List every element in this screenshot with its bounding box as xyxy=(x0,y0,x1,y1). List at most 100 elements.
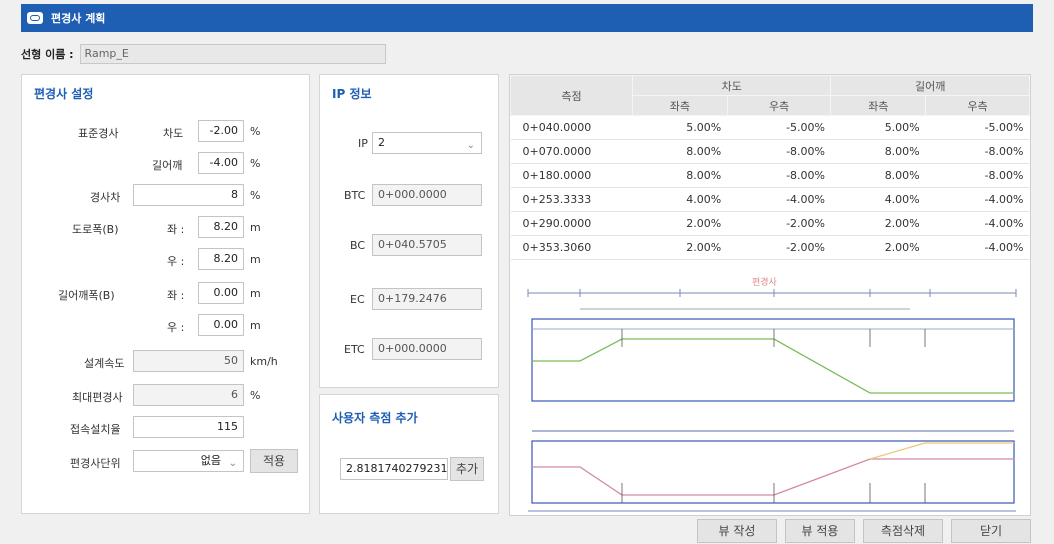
slope-diff-label: 경사차 xyxy=(90,191,121,204)
delete-station-button[interactable]: 측점삭제 xyxy=(863,519,943,543)
table-row[interactable]: 0+290.0000 2.00% -2.00% 2.00% -4.00% xyxy=(510,211,1030,236)
lane-left-cell: 8.00% xyxy=(632,139,728,164)
shoulder-slope-input[interactable]: -4.00 xyxy=(198,152,244,174)
shoulder-left-cell: 8.00% xyxy=(830,139,926,164)
max-super-unit: % xyxy=(250,389,261,402)
title-bar: 편경사 계획 xyxy=(21,4,1033,32)
station-cell: 0+070.0000 xyxy=(510,139,633,164)
right-slope-profile xyxy=(532,458,1014,496)
close-button[interactable]: 닫기 xyxy=(951,519,1031,543)
table-row[interactable]: 0+180.0000 8.00% -8.00% 8.00% -8.00% xyxy=(510,163,1030,188)
lane-left-cell: 2.00% xyxy=(632,235,728,260)
design-speed-label: 설계속도 xyxy=(84,357,125,370)
user-station-input[interactable]: 2.8181740279231 xyxy=(340,458,448,480)
unit-dropdown[interactable]: 없음 ⌄ xyxy=(133,450,244,472)
route-name-row: 선형 이름 : Ramp_E xyxy=(21,44,386,64)
station-cell: 0+353.3060 xyxy=(510,235,633,260)
road-width-label: 도로폭(B) xyxy=(72,223,119,236)
table-row[interactable]: 0+040.0000 5.00% -5.00% 5.00% -5.00% xyxy=(510,115,1030,140)
shoulder-right-cell: -8.00% xyxy=(925,163,1030,188)
shoulder-width-right-label: 우 : xyxy=(167,321,185,334)
shoulder-width-right-input[interactable]: 0.00 xyxy=(198,314,244,336)
shoulder-right-header: 우측 xyxy=(925,95,1030,116)
lane-slope-input[interactable]: -2.00 xyxy=(198,120,244,142)
shoulder-slope-unit: % xyxy=(250,157,261,170)
shoulder-right-cell: -8.00% xyxy=(925,139,1030,164)
shoulder-left-cell: 8.00% xyxy=(830,163,926,188)
lane-right-header: 우측 xyxy=(726,95,832,116)
lane-right-cell: -2.00% xyxy=(727,235,831,260)
table-row[interactable]: 0+253.3333 4.00% -4.00% 4.00% -4.00% xyxy=(510,187,1030,212)
chevron-down-icon: ⌄ xyxy=(228,458,237,469)
lower-plot-frame xyxy=(531,440,1015,504)
transition-label: 접속설치율 xyxy=(70,423,121,436)
shoulder-left-cell: 2.00% xyxy=(830,211,926,236)
add-station-button[interactable]: 추가 xyxy=(450,457,484,481)
road-width-left-unit: m xyxy=(250,221,261,234)
lane-left-cell: 2.00% xyxy=(632,211,728,236)
superelevation-diagram: 편경사 xyxy=(527,276,1017,512)
ip-dropdown[interactable]: 2 ⌄ xyxy=(372,132,482,154)
lane-header: 차도 xyxy=(631,75,832,96)
shoulder-left-cell: 4.00% xyxy=(830,187,926,212)
table-row[interactable]: 0+070.0000 8.00% -8.00% 8.00% -8.00% xyxy=(510,139,1030,164)
settings-title: 편경사 설정 xyxy=(34,87,94,101)
apply-view-button[interactable]: 뷰 적용 xyxy=(785,519,855,543)
main-window: 선형 이름 : Ramp_E 편경사 설정 표준경사 차도 -2.00 % 길어… xyxy=(21,32,1033,544)
unit-dropdown-value: 없음 xyxy=(200,454,221,467)
bc-field: 0+040.5705 xyxy=(372,234,482,256)
shoulder-width-left-unit: m xyxy=(250,287,261,300)
upper-plot-frame xyxy=(531,318,1015,402)
window-title: 편경사 계획 xyxy=(51,12,106,25)
ip-info-title: IP 정보 xyxy=(332,87,372,101)
shoulder-left-header: 좌측 xyxy=(830,95,927,116)
shoulder-width-label: 길어깨폭(B) xyxy=(58,289,115,302)
create-view-button[interactable]: 뷰 작성 xyxy=(697,519,777,543)
app-logo-icon xyxy=(27,12,43,24)
lane-right-cell: -2.00% xyxy=(727,211,831,236)
shoulder-width-left-input[interactable]: 0.00 xyxy=(198,282,244,304)
shoulder-right-cell: -5.00% xyxy=(925,115,1030,140)
shoulder-header: 길어깨 xyxy=(830,75,1030,96)
etc-label: ETC xyxy=(344,343,365,356)
route-name-field[interactable]: Ramp_E xyxy=(79,44,386,64)
transition-input[interactable]: 115 xyxy=(133,416,244,438)
ec-field: 0+179.2476 xyxy=(372,288,482,310)
shoulder-right-cell: -4.00% xyxy=(925,211,1030,236)
road-width-left-label: 좌 : xyxy=(167,223,185,236)
apply-button[interactable]: 적용 xyxy=(250,449,298,473)
standard-slope-label: 표준경사 xyxy=(78,127,119,140)
station-markers xyxy=(621,329,926,503)
ip-info-panel: IP 정보 IP 2 ⌄ BTC 0+000.0000 BC 0+040.570… xyxy=(319,74,499,388)
road-width-right-unit: m xyxy=(250,253,261,266)
station-cell: 0+290.0000 xyxy=(510,211,633,236)
shoulder-right-cell: -4.00% xyxy=(925,187,1030,212)
max-super-field: 6 xyxy=(133,384,244,406)
lane-right-cell: -8.00% xyxy=(727,163,831,188)
station-cell: 0+040.0000 xyxy=(510,115,633,140)
ec-label: EC xyxy=(350,293,365,306)
lane-right-cell: -4.00% xyxy=(727,187,831,212)
slope-diff-input[interactable]: 8 xyxy=(133,184,244,206)
chevron-down-icon: ⌄ xyxy=(466,140,475,151)
shoulder-right-cell: -4.00% xyxy=(925,235,1030,260)
lane-right-cell: -8.00% xyxy=(727,139,831,164)
btc-label: BTC xyxy=(344,189,366,202)
lane-left-header: 좌측 xyxy=(632,95,728,116)
unit-label: 편경사단위 xyxy=(70,457,121,470)
shoulder-width-right-unit: m xyxy=(250,319,261,332)
max-super-label: 최대편경사 xyxy=(72,391,123,404)
lane-right-cell: -5.00% xyxy=(727,115,831,140)
superelevation-table: 측점 차도 길어깨 좌측 우측 좌측 우측 0+040.0000 5.00% -… xyxy=(510,75,1030,260)
slope-diff-unit: % xyxy=(250,189,261,202)
user-station-panel: 사용자 측점 추가 2.8181740279231 추가 xyxy=(319,394,499,514)
table-row[interactable]: 0+353.3060 2.00% -2.00% 2.00% -4.00% xyxy=(510,235,1030,260)
lane-left-cell: 8.00% xyxy=(632,163,728,188)
lane-label: 차도 xyxy=(163,127,184,140)
road-width-right-input[interactable]: 8.20 xyxy=(198,248,244,270)
station-header: 측점 xyxy=(510,75,633,116)
lane-slope-unit: % xyxy=(250,125,261,138)
road-width-left-input[interactable]: 8.20 xyxy=(198,216,244,238)
ip-label: IP xyxy=(358,137,368,150)
ip-dropdown-value: 2 xyxy=(378,136,385,149)
